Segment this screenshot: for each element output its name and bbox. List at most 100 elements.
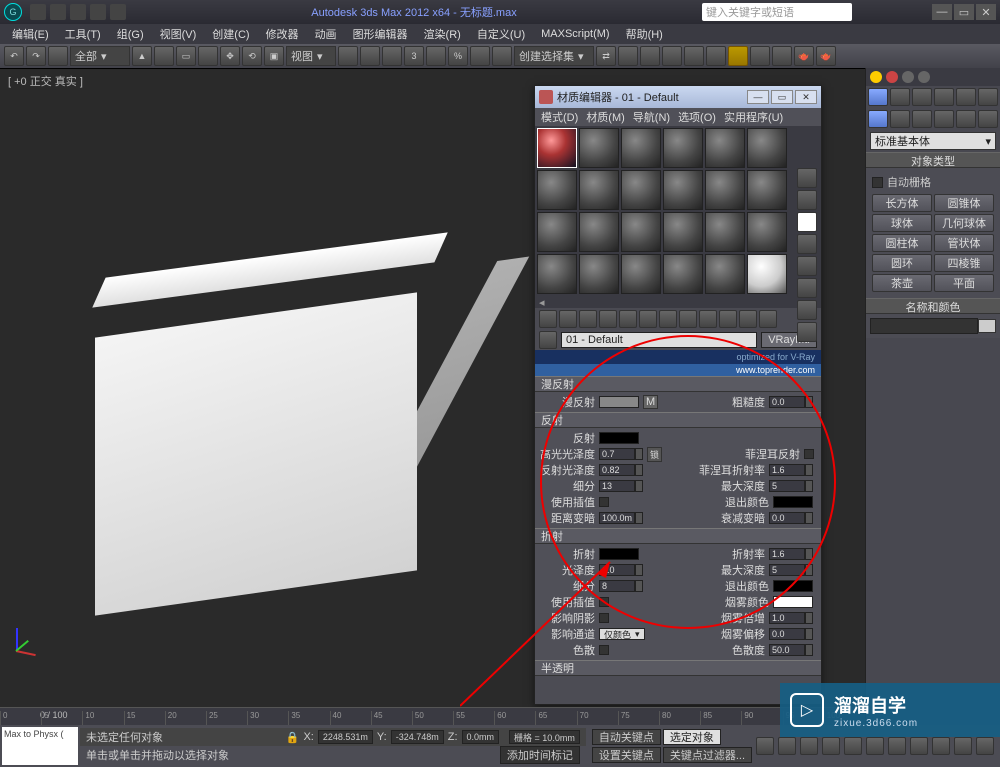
snap-icon[interactable]: 3	[404, 46, 424, 66]
rollout-name-color[interactable]: 名称和颜色	[866, 298, 1000, 314]
utilities-tab-icon[interactable]	[978, 88, 998, 106]
prim-torus-button[interactable]: 圆环	[872, 254, 932, 272]
refl-maxdepth-spinner[interactable]: 5	[769, 480, 805, 492]
schematic-icon[interactable]	[706, 46, 726, 66]
refr-maxdepth-spinner[interactable]: 5	[769, 564, 805, 576]
fog-color-swatch[interactable]	[773, 596, 813, 608]
link-icon[interactable]	[48, 46, 68, 66]
menu-views[interactable]: 视图(V)	[154, 26, 203, 42]
me-menu-material[interactable]: 材质(M)	[586, 109, 625, 125]
select-region-icon[interactable]: ▭	[176, 46, 196, 66]
fov-icon[interactable]	[932, 737, 950, 755]
add-time-tag-button[interactable]: 添加时间标记	[500, 746, 580, 764]
rotate-icon[interactable]: ⟲	[242, 46, 262, 66]
keymode-icon[interactable]	[382, 46, 402, 66]
me-minimize-button[interactable]: —	[747, 90, 769, 104]
material-editor-icon[interactable]	[728, 46, 748, 66]
me-menu-options[interactable]: 选项(O)	[678, 109, 716, 125]
material-slot[interactable]	[663, 254, 703, 294]
refl-exit-swatch[interactable]	[773, 496, 813, 508]
roughness-spinner[interactable]: 0.0	[769, 396, 805, 408]
lights-icon[interactable]	[912, 110, 932, 128]
autogrid-checkbox[interactable]: 自动栅格	[870, 172, 996, 192]
select-by-mat-icon[interactable]	[797, 322, 817, 342]
material-slot[interactable]	[663, 170, 703, 210]
me-close-button[interactable]: ✕	[795, 90, 817, 104]
rollout-refract[interactable]: 折射	[535, 528, 821, 544]
material-slot[interactable]	[537, 170, 577, 210]
menu-edit[interactable]: 编辑(E)	[6, 26, 55, 42]
me-maximize-button[interactable]: ▭	[771, 90, 793, 104]
lock-button[interactable]: 锁	[647, 447, 662, 462]
material-name-input[interactable]: 01 - Default	[561, 332, 757, 348]
affect-shadows-checkbox[interactable]	[599, 613, 609, 623]
qat-icon[interactable]	[50, 4, 66, 20]
material-slot[interactable]	[663, 212, 703, 252]
reflect-color-swatch[interactable]	[599, 432, 639, 444]
me-menu-nav[interactable]: 导航(N)	[633, 109, 670, 125]
go-parent-icon[interactable]	[739, 310, 757, 328]
background-icon[interactable]	[797, 212, 817, 232]
render-icon[interactable]: 🫖	[794, 46, 814, 66]
material-slot[interactable]	[747, 170, 787, 210]
material-slot[interactable]	[705, 128, 745, 168]
graphite-icon[interactable]	[662, 46, 682, 66]
dispersion-checkbox[interactable]	[599, 645, 609, 655]
refl-subdiv-spinner[interactable]: 13	[599, 480, 635, 492]
menu-group[interactable]: 组(G)	[111, 26, 150, 42]
material-slot[interactable]	[747, 212, 787, 252]
video-check-icon[interactable]	[797, 256, 817, 276]
maxscript-mini-listener[interactable]: Max to Physx (	[2, 727, 78, 765]
goto-end-icon[interactable]	[844, 737, 862, 755]
qat-icon[interactable]	[30, 4, 46, 20]
undo-icon[interactable]: ↶	[4, 46, 24, 66]
prim-geosphere-button[interactable]: 几何球体	[934, 214, 994, 232]
menu-maxscript[interactable]: MAXScript(M)	[535, 28, 615, 40]
options-icon[interactable]	[797, 300, 817, 320]
prim-box-button[interactable]: 长方体	[872, 194, 932, 212]
modify-tab-icon[interactable]	[890, 88, 910, 106]
zoom-icon[interactable]	[888, 737, 906, 755]
rollout-diffuse[interactable]: 漫反射	[535, 376, 821, 392]
material-slot[interactable]	[537, 128, 577, 168]
prev-frame-icon[interactable]	[778, 737, 796, 755]
percent-snap-icon[interactable]: %	[448, 46, 468, 66]
me-menu-modes[interactable]: 模式(D)	[541, 109, 578, 125]
maximize-viewport-icon[interactable]	[976, 737, 994, 755]
rfw-icon[interactable]	[772, 46, 792, 66]
material-slot[interactable]	[579, 212, 619, 252]
zoom-extents-icon[interactable]	[910, 737, 928, 755]
create-tab-icon[interactable]	[868, 88, 888, 106]
diffuse-color-swatch[interactable]	[599, 396, 639, 408]
motion-tab-icon[interactable]	[934, 88, 954, 106]
backlight-icon[interactable]	[797, 190, 817, 210]
fog-mult-spinner[interactable]: 1.0	[769, 612, 805, 624]
pan-icon[interactable]	[866, 737, 884, 755]
close-button[interactable]: ✕	[976, 4, 996, 20]
timeline[interactable]: 0 / 100 05101520253035404550556065707580…	[0, 707, 865, 725]
next-frame-icon[interactable]	[822, 737, 840, 755]
menu-animation[interactable]: 动画	[309, 26, 343, 42]
geometry-icon[interactable]	[868, 110, 888, 128]
uv-tiling-icon[interactable]	[797, 234, 817, 254]
render-setup-icon[interactable]	[750, 46, 770, 66]
material-slot[interactable]	[537, 212, 577, 252]
fresnel-checkbox[interactable]	[804, 449, 814, 459]
dim-fall-spinner[interactable]: 0.0	[769, 512, 805, 524]
ior-spinner[interactable]: 1.6	[769, 548, 805, 560]
show-end-icon[interactable]	[719, 310, 737, 328]
assign-to-sel-icon[interactable]	[579, 310, 597, 328]
select-name-icon[interactable]	[154, 46, 174, 66]
reflect-gloss-spinner[interactable]: 0.82	[599, 464, 635, 476]
object-name-input[interactable]	[870, 318, 978, 334]
get-material-icon[interactable]	[539, 310, 557, 328]
prim-sphere-button[interactable]: 球体	[872, 214, 932, 232]
refr-gloss-spinner[interactable]: 1.0	[599, 564, 635, 576]
selection-filter-dropdown-status[interactable]: 选定对象	[663, 729, 721, 745]
material-slot[interactable]	[621, 170, 661, 210]
redo-icon[interactable]: ↷	[26, 46, 46, 66]
refcoord-dropdown[interactable]: 视图	[286, 46, 336, 66]
coord-z[interactable]: 0.0mm	[462, 730, 500, 744]
menu-help[interactable]: 帮助(H)	[620, 26, 669, 42]
qat-icon[interactable]	[110, 4, 126, 20]
